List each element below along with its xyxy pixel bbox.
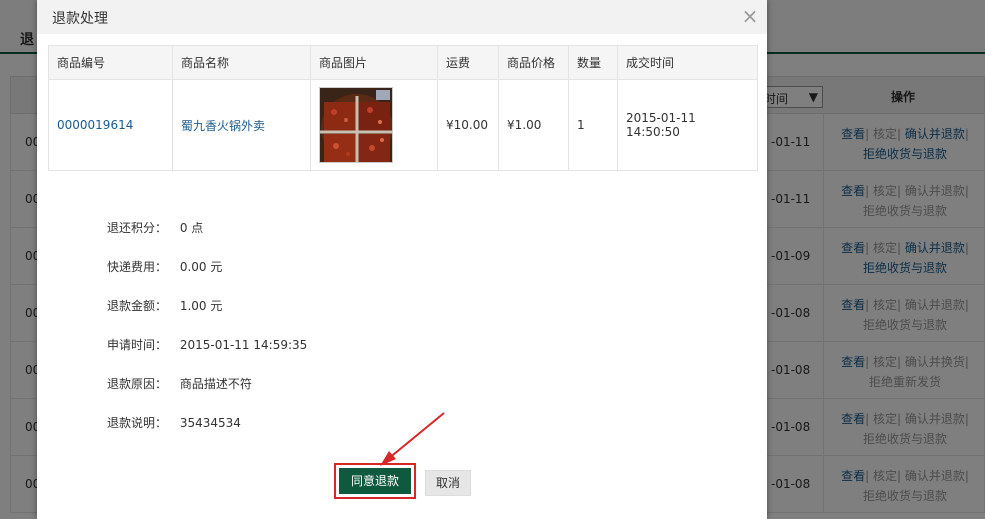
header-price: 商品价格	[498, 45, 569, 80]
apply-time-row: 申请时间： 2015-01-11 14:59:35	[107, 336, 307, 353]
shipping-fee-row: 快递费用： 0.00 元	[107, 258, 222, 275]
header-quantity: 数量	[568, 45, 618, 80]
product-table: 商品编号 商品名称 商品图片 运费 商品价格 数量 成交时间 000001961…	[48, 45, 758, 171]
refund-dialog: 退款处理 × 商品编号 商品名称 商品图片 运费 商品价格 数量 成交时间 00…	[37, 0, 767, 519]
deal-time-value: 2015-01-11 14:50:50	[617, 79, 758, 171]
table-row: 0000019614 蜀九香火锅外卖 ¥10.00 ¥1.00 1 2015-0…	[48, 79, 758, 171]
info-value: 0 点	[179, 221, 204, 235]
hotpot-image-icon	[320, 88, 392, 162]
product-table-header-row: 商品编号 商品名称 商品图片 运费 商品价格 数量 成交时间	[48, 45, 758, 80]
header-product-image: 商品图片	[310, 45, 438, 80]
info-label: 退款说明：	[107, 416, 168, 430]
product-name-link[interactable]: 蜀九香火锅外卖	[172, 79, 311, 171]
refund-amount-row: 退款金额： 1.00 元	[107, 297, 222, 314]
info-label: 快递费用：	[107, 260, 168, 274]
price-value: ¥1.00	[498, 79, 569, 171]
close-icon[interactable]: ×	[740, 5, 760, 27]
refund-points-row: 退还积分： 0 点	[107, 219, 203, 236]
info-value: 商品描述不符	[179, 377, 252, 391]
quantity-value: 1	[568, 79, 618, 171]
agree-button-highlight: 同意退款	[334, 463, 416, 499]
info-label: 退款金额：	[107, 299, 168, 313]
info-value: 1.00 元	[179, 299, 223, 313]
product-image-cell	[310, 79, 438, 171]
refund-reason-row: 退款原因： 商品描述不符	[107, 375, 252, 392]
header-deal-time: 成交时间	[617, 45, 758, 80]
info-label: 退款原因：	[107, 377, 168, 391]
product-id-link[interactable]: 0000019614	[48, 79, 173, 171]
info-label: 申请时间：	[107, 338, 168, 352]
info-label: 退还积分：	[107, 221, 168, 235]
dialog-header: 退款处理 ×	[37, 0, 767, 34]
dialog-title: 退款处理	[52, 11, 108, 27]
info-value: 2015-01-11 14:59:35	[179, 338, 308, 352]
header-product-name: 商品名称	[172, 45, 311, 80]
agree-refund-button[interactable]: 同意退款	[339, 468, 411, 494]
info-value: 35434534	[179, 416, 241, 430]
refund-note-row: 退款说明： 35434534	[107, 414, 241, 431]
info-value: 0.00 元	[179, 260, 223, 274]
shipping-value: ¥10.00	[437, 79, 499, 171]
product-image[interactable]	[319, 87, 393, 163]
header-shipping: 运费	[437, 45, 499, 80]
cancel-button[interactable]: 取消	[425, 470, 471, 496]
header-product-id: 商品编号	[48, 45, 173, 80]
